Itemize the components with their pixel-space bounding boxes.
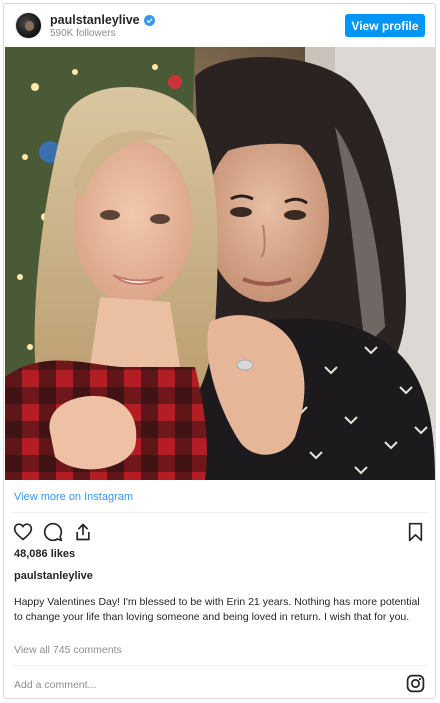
share-icon[interactable] bbox=[73, 522, 93, 547]
heart-icon[interactable] bbox=[13, 522, 33, 546]
verified-badge-icon bbox=[143, 14, 155, 26]
likes-count[interactable]: 48,086 likes bbox=[14, 548, 75, 560]
username-row: paulstanleylive bbox=[50, 13, 155, 27]
avatar[interactable] bbox=[15, 12, 42, 39]
caption-text: Happy Valentines Day! I'm blessed to be … bbox=[14, 596, 420, 623]
post-header: paulstanleylive 590K followers View prof… bbox=[4, 4, 435, 46]
post-photo[interactable] bbox=[5, 47, 435, 480]
instagram-logo-icon[interactable] bbox=[406, 674, 425, 698]
divider bbox=[12, 665, 428, 666]
username-link[interactable]: paulstanleylive bbox=[50, 13, 140, 27]
divider bbox=[12, 512, 428, 513]
instagram-embed: paulstanleylive 590K followers View prof… bbox=[3, 3, 436, 699]
view-more-link[interactable]: View more on Instagram bbox=[14, 491, 133, 503]
bookmark-icon[interactable] bbox=[407, 522, 424, 547]
caption-username[interactable]: paulstanleylive bbox=[14, 570, 93, 582]
view-comments-link[interactable]: View all 745 comments bbox=[14, 644, 122, 656]
view-profile-button[interactable]: View profile bbox=[345, 14, 425, 37]
action-bar bbox=[4, 516, 435, 546]
comment-icon[interactable] bbox=[43, 522, 63, 547]
add-comment-input[interactable]: Add a comment... bbox=[14, 679, 96, 691]
followers-count: 590K followers bbox=[50, 28, 116, 39]
